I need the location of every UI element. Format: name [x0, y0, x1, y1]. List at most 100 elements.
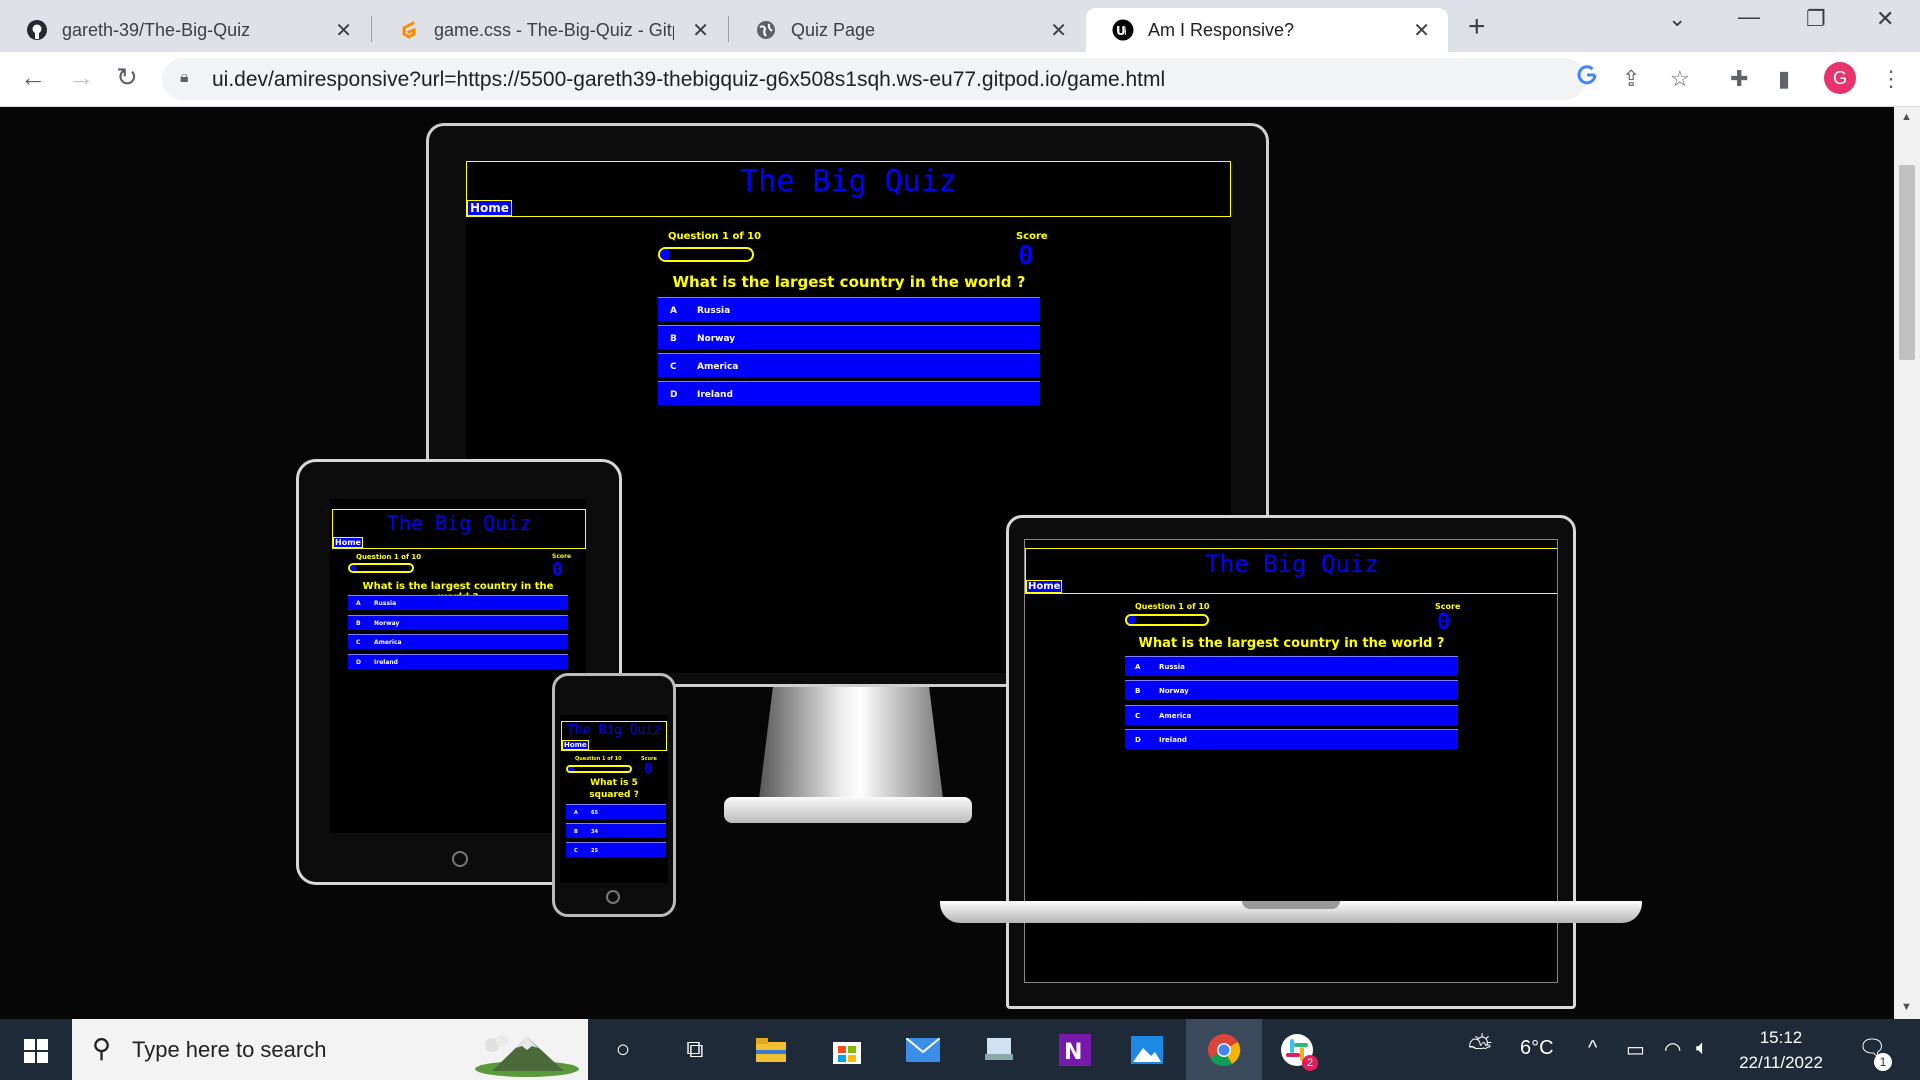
answer-prefix: D: [356, 659, 361, 666]
profile-avatar[interactable]: G: [1824, 62, 1856, 94]
scroll-down-icon[interactable]: ▼: [1901, 1001, 1912, 1013]
answer-text: America: [374, 639, 402, 646]
home-button[interactable]: Home: [467, 200, 512, 216]
windows-start-icon[interactable]: [24, 1039, 48, 1063]
question-text: What is the largest country in the world…: [1138, 636, 1445, 651]
close-icon[interactable]: ✕: [1050, 18, 1067, 43]
scrollbar-thumb[interactable]: [1899, 165, 1915, 360]
answer-option[interactable]: A Russia: [348, 595, 568, 610]
answer-prefix: A: [356, 600, 361, 607]
wifi-icon[interactable]: ◠: [1664, 1037, 1681, 1062]
mail-icon[interactable]: [904, 1031, 942, 1069]
globe-icon: [755, 19, 777, 41]
menu-dots-icon[interactable]: ⋮: [1880, 66, 1902, 92]
show-hidden-icons-icon[interactable]: ^: [1588, 1037, 1597, 1060]
tab-github[interactable]: gareth-39/The-Big-Quiz ✕: [0, 8, 370, 52]
answer-option[interactable]: C America: [658, 353, 1040, 377]
answer-option[interactable]: B Norway: [1125, 680, 1458, 700]
progress-bar: [1125, 614, 1209, 626]
quiz-title: The Big Quiz: [1205, 550, 1379, 578]
battery-icon[interactable]: ▭: [1626, 1037, 1645, 1062]
task-view-icon[interactable]: ⧉: [676, 1031, 714, 1069]
restore-icon[interactable]: ❐: [1806, 6, 1826, 32]
new-tab-icon[interactable]: +: [1468, 10, 1486, 44]
answer-text: Norway: [374, 620, 400, 627]
answer-option[interactable]: D Ireland: [658, 381, 1040, 405]
address-bar[interactable]: 🔒︎ ui.dev/amiresponsive?url=https://5500…: [162, 58, 1586, 100]
amiresponsive-icon: Ui: [1112, 19, 1134, 41]
forward-arrow-icon[interactable]: →: [68, 62, 94, 93]
answer-option[interactable]: B 34: [566, 823, 666, 838]
answer-option[interactable]: A Russia: [658, 297, 1040, 321]
search-icon: ⚲: [92, 1033, 112, 1063]
tab-title: game.css - The-Big-Quiz - Gitpod: [434, 19, 674, 40]
github-icon: [26, 19, 48, 41]
share-icon[interactable]: ⇪: [1622, 66, 1640, 92]
answer-prefix: A: [670, 306, 677, 316]
answer-option[interactable]: B Norway: [658, 325, 1040, 349]
taskbar-clock[interactable]: 15:12 22/11/2022: [1716, 1025, 1846, 1075]
lock-icon[interactable]: 🔒︎: [180, 69, 189, 87]
bookmark-star-icon[interactable]: ☆: [1670, 66, 1690, 92]
answer-option[interactable]: C America: [1125, 705, 1458, 725]
google-icon[interactable]: [1576, 64, 1598, 92]
answer-option[interactable]: C 25: [566, 842, 666, 857]
quiz-header: The Big Quiz Home: [1025, 548, 1557, 594]
minimize-icon[interactable]: —: [1738, 4, 1760, 30]
score-value: 0: [1018, 241, 1034, 271]
home-button[interactable]: Home: [333, 537, 363, 548]
tab-quiz-page[interactable]: Quiz Page ✕: [729, 8, 1085, 52]
monitor-stand-neck: [758, 687, 944, 807]
photos-icon[interactable]: [1128, 1031, 1166, 1069]
answer-option[interactable]: A Russia: [1125, 656, 1458, 676]
answer-text: Russia: [697, 306, 731, 316]
close-icon[interactable]: ✕: [1413, 18, 1430, 43]
scroll-up-icon[interactable]: ▲: [1901, 111, 1912, 123]
close-icon[interactable]: ✕: [335, 18, 352, 43]
url-text[interactable]: ui.dev/amiresponsive?url=https://5500-ga…: [212, 68, 1165, 92]
answer-text: Russia: [374, 600, 397, 607]
onenote-icon[interactable]: N: [1056, 1031, 1094, 1069]
network-app-icon[interactable]: [980, 1031, 1018, 1069]
answer-prefix: B: [670, 334, 677, 344]
back-arrow-icon[interactable]: ←: [20, 62, 46, 93]
page-scrollbar[interactable]: ▲ ▼: [1894, 107, 1920, 1019]
chrome-icon[interactable]: [1186, 1019, 1262, 1080]
progress-label: Question 1 of 10: [356, 553, 422, 561]
window-close-icon[interactable]: ✕: [1876, 6, 1894, 32]
answer-text: Norway: [1159, 687, 1189, 695]
home-button[interactable]: Home: [562, 740, 589, 750]
cortana-icon[interactable]: ○: [604, 1031, 642, 1069]
slack-icon[interactable]: 2: [1278, 1031, 1318, 1071]
file-explorer-icon[interactable]: [752, 1031, 790, 1069]
taskbar-search-box[interactable]: ⚲ Type here to search: [72, 1019, 588, 1080]
close-icon[interactable]: ✕: [692, 18, 709, 43]
question-text: What is 5 squared ?: [589, 778, 639, 800]
volume-icon[interactable]: 🔈︎: [1696, 1037, 1708, 1060]
answer-text: Ireland: [1159, 736, 1187, 744]
tab-am-i-responsive[interactable]: Ui Am I Responsive? ✕: [1086, 8, 1448, 52]
home-button[interactable]: Home: [1026, 580, 1063, 593]
answer-text: Ireland: [697, 390, 733, 400]
reload-icon[interactable]: ↻: [116, 62, 138, 93]
side-panel-icon[interactable]: ▮: [1778, 66, 1790, 92]
extensions-icon[interactable]: ✚: [1730, 66, 1748, 92]
answer-option[interactable]: D Ireland: [348, 654, 568, 669]
answer-option[interactable]: A 65: [566, 804, 666, 819]
tab-title: gareth-39/The-Big-Quiz: [62, 19, 251, 40]
tab-search-chevron-icon[interactable]: ⌄: [1668, 6, 1686, 32]
tab-gitpod[interactable]: game.css - The-Big-Quiz - Gitpod ✕: [372, 8, 727, 52]
answer-option[interactable]: C America: [348, 634, 568, 649]
responsive-preview-page: The Big Quiz Home Question 1 of 10 Score…: [0, 107, 1894, 1019]
answer-option[interactable]: B Norway: [348, 615, 568, 630]
clock-date: 22/11/2022: [1739, 1053, 1823, 1072]
quiz-header: The Big Quiz Home: [332, 509, 586, 549]
weather-icon[interactable]: ⛅︎: [1468, 1031, 1492, 1065]
quiz-title: The Big Quiz: [740, 164, 957, 199]
laptop-notch: [1242, 901, 1340, 909]
microsoft-store-icon[interactable]: [828, 1031, 866, 1069]
monitor-stand-foot: [724, 797, 972, 823]
weather-temperature[interactable]: 6°C: [1520, 1037, 1554, 1060]
answer-option[interactable]: D Ireland: [1125, 729, 1458, 749]
answer-text: Ireland: [374, 659, 398, 666]
